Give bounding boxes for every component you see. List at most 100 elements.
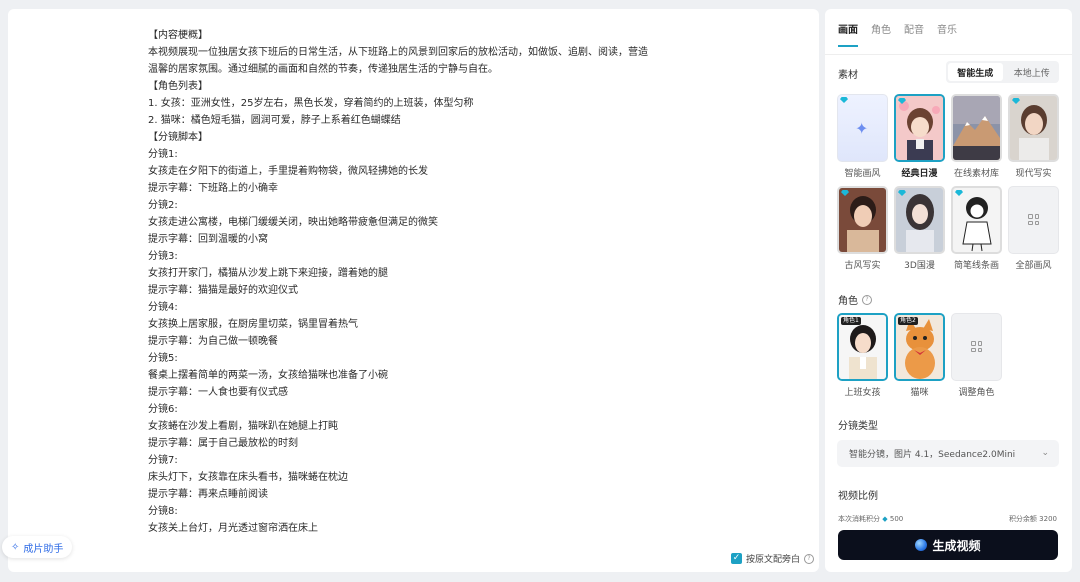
style-card-line[interactable]: 简笔线条画 <box>951 186 1002 271</box>
3d-woman-image <box>896 188 943 252</box>
role-card-girl[interactable]: 角色1 上班女孩 <box>837 313 888 398</box>
role-label: 猫咪 <box>910 388 929 398</box>
role-card-cat[interactable]: 角色2 猫咪 <box>894 313 945 398</box>
storyboard-value: 智能分镜，图片 4.1，Seedance2.0Mini <box>849 450 1016 460</box>
style-card-anime[interactable]: 经典日漫 <box>894 94 945 179</box>
generate-video-button[interactable]: 生成视频 <box>838 530 1058 560</box>
script-line: 提示字幕：回到温暖的小窝 <box>148 234 268 245</box>
role-thumb: 角色1 <box>837 313 888 381</box>
script-line: 温馨的居家氛围。通过细腻的画面和自然的节奏，传递独居生活的宁静与自在。 <box>148 64 498 75</box>
ratio-label: 视频比例 <box>838 491 878 502</box>
cost-value: 500 <box>889 515 904 523</box>
style-card-ai[interactable]: ✦ 智能画风 <box>837 94 888 179</box>
script-line: 分镜8: <box>148 506 178 517</box>
script-line: 女孩走在夕阳下的街道上，手里提着购物袋，微风轻拂她的长发 <box>148 166 428 177</box>
ancient-woman-image <box>839 188 886 252</box>
material-label: 素材 <box>838 70 858 81</box>
style-thumb <box>894 94 945 162</box>
style-label: 现代写实 <box>1015 169 1052 179</box>
anime-boy-image <box>896 96 943 160</box>
style-label: 全部画风 <box>1015 261 1052 271</box>
script-line: 分镜6: <box>148 404 178 415</box>
tab-music[interactable]: 音乐 <box>937 21 957 47</box>
mountain-image <box>953 96 1000 160</box>
role-badge: 角色1 <box>841 317 861 325</box>
role-badge: 角色2 <box>898 317 918 325</box>
script-line: 【分镜脚本】 <box>148 132 208 143</box>
script-line: 提示字幕：为自己做一顿晚餐 <box>148 336 278 347</box>
script-line: 分镜5: <box>148 353 178 364</box>
roles-label: 角色 ? <box>838 292 872 307</box>
style-label: 古风写实 <box>844 261 881 271</box>
script-line: 2. 猫咪：橘色短毛猫，圆润可爱，脖子上系着红色蝴蝶结 <box>148 115 401 126</box>
script-line: 女孩打开家门，橘猫从沙发上跳下来迎接，蹭着她的腿 <box>148 268 388 279</box>
assistant-button[interactable]: ✧ 成片助手 <box>2 536 73 558</box>
role-thumb <box>951 313 1002 381</box>
script-editor-panel: 【内容梗概】 本视频展现一位独居女孩下班后的日常生活，从下班路上的风景到回家后的放… <box>8 9 819 572</box>
script-line: 女孩蜷在沙发上看剧，猫咪趴在她腿上打盹 <box>148 421 338 432</box>
help-icon[interactable]: ? <box>804 553 815 564</box>
tab-divider <box>825 54 1072 55</box>
script-text[interactable]: 【内容梗概】 本视频展现一位独居女孩下班后的日常生活，从下班路上的风景到回家后的放… <box>148 27 708 537</box>
script-line: 提示字幕：猫猫是最好的欢迎仪式 <box>148 285 298 296</box>
chevron-down-icon: ⌄ <box>1041 448 1049 458</box>
script-line: 餐桌上摆着简单的两菜一汤，女孩给猫咪也准备了小碗 <box>148 370 388 381</box>
style-thumb <box>1008 186 1059 254</box>
diamond-icon: ◆ <box>882 515 888 523</box>
voiceover-option[interactable]: ✓ 按原文配旁白 ? <box>731 552 815 565</box>
script-line: 提示字幕：再来点睡前阅读 <box>148 489 268 500</box>
tab-visual[interactable]: 画面 <box>838 21 858 47</box>
style-card-3d[interactable]: 3D国漫 <box>894 186 945 271</box>
woman-portrait-image <box>1010 96 1057 160</box>
gem-icon <box>840 97 848 103</box>
style-card-realistic[interactable]: 现代写实 <box>1008 94 1059 179</box>
style-card-library[interactable]: 在线素材库 <box>951 94 1002 179</box>
storyboard-label: 分镜类型 <box>838 421 878 432</box>
script-line: 提示字幕：一人食也要有仪式感 <box>148 387 288 398</box>
style-thumb <box>894 186 945 254</box>
balance-label: 积分余额 <box>1008 515 1037 523</box>
style-thumb <box>951 94 1002 162</box>
balance-value: 3200 <box>1039 515 1057 523</box>
script-line: 提示字幕：属于自己最放松的时刻 <box>148 438 298 449</box>
script-line: 分镜1: <box>148 149 178 160</box>
cost-label: 本次消耗积分 <box>838 515 880 523</box>
cost-info: 本次消耗积分 ◆ 500 <box>838 514 903 524</box>
source-toggle: 智能生成 本地上传 <box>946 61 1059 83</box>
style-thumb <box>951 186 1002 254</box>
style-thumb <box>1008 94 1059 162</box>
style-label: 简笔线条画 <box>953 261 999 271</box>
style-label: 经典日漫 <box>901 169 938 179</box>
sparkle-icon: ✦ <box>855 119 869 138</box>
points-row: 本次消耗积分 ◆ 500 积分余额 3200 <box>838 514 1057 524</box>
script-line: 【角色列表】 <box>148 81 208 92</box>
adjust-roles-card[interactable]: 调整角色 <box>951 313 1002 398</box>
script-line: 提示字幕：下班路上的小确幸 <box>148 183 278 194</box>
style-card-all[interactable]: 全部画风 <box>1008 186 1059 271</box>
style-thumb <box>837 186 888 254</box>
tab-roles[interactable]: 角色 <box>871 21 891 47</box>
role-label: 调整角色 <box>958 388 995 398</box>
script-line: 女孩换上居家服，在厨房里切菜，锅里冒着热气 <box>148 319 358 330</box>
line-drawing-image <box>953 188 1000 252</box>
balance-info: 积分余额 3200 <box>1009 514 1057 524</box>
assistant-label: 成片助手 <box>23 543 64 555</box>
sparkle-icon: ✧ <box>11 541 20 553</box>
grid-icon <box>971 341 982 352</box>
role-thumb: 角色2 <box>894 313 945 381</box>
local-upload-option[interactable]: 本地上传 <box>1005 61 1060 83</box>
smart-generate-option[interactable]: 智能生成 <box>948 63 1003 81</box>
script-line: 1. 女孩：亚洲女性，25岁左右，黑色长发，穿着简约的上班装，体型匀称 <box>148 98 474 109</box>
role-label: 上班女孩 <box>844 388 881 398</box>
style-label: 3D国漫 <box>904 261 935 271</box>
voiceover-checkbox[interactable]: ✓ <box>731 553 742 564</box>
tab-voice[interactable]: 配音 <box>904 21 924 47</box>
help-icon[interactable]: ? <box>862 294 872 305</box>
script-line: 分镜2: <box>148 200 178 211</box>
settings-panel: 画面 角色 配音 音乐 素材 智能生成 本地上传 ✦ 智能画风 经典日漫 在线素… <box>825 9 1072 572</box>
style-card-ancient[interactable]: 古风写实 <box>837 186 888 271</box>
script-line: 【内容梗概】 <box>148 30 208 41</box>
script-line: 分镜7: <box>148 455 178 466</box>
script-line: 女孩走进公寓楼，电梯门缓缓关闭，映出她略带疲惫但满足的微笑 <box>148 217 438 228</box>
storyboard-select[interactable]: 智能分镜，图片 4.1，Seedance2.0Mini ⌄ <box>837 440 1059 467</box>
